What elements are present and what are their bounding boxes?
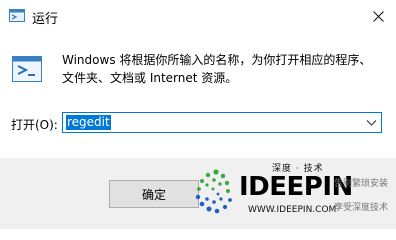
- close-icon: [372, 11, 384, 22]
- dialog-description: Windows 将根据你所输入的名称，为你打开相应的程序、文件夹、文档或 Int…: [62, 53, 372, 85]
- title-bar: 运行: [0, 0, 396, 33]
- watermark: 深度 · 技术 IDEEPIN WWW.IDEEPIN.COM 告别繁琐安装 享…: [184, 150, 396, 229]
- chevron-down-icon[interactable]: [366, 117, 377, 128]
- window-title: 运行: [32, 12, 59, 27]
- close-button[interactable]: [360, 0, 396, 33]
- command-input[interactable]: regedit: [66, 115, 111, 130]
- command-combobox[interactable]: regedit: [62, 112, 382, 133]
- watermark-side-text-2: 享受深度技术: [334, 203, 389, 213]
- run-icon: [9, 9, 25, 22]
- open-label: 打开(O):: [11, 118, 58, 132]
- run-program-icon: [12, 56, 42, 82]
- run-dialog: 运行 Windows 将根据你所输入的名称，为你打开相应的程序、文件夹、文档或 …: [0, 0, 396, 229]
- watermark-url: WWW.IDEEPIN.COM: [248, 205, 337, 215]
- watermark-side-text-1: 告别繁琐安装: [334, 179, 389, 189]
- dialog-content: Windows 将根据你所输入的名称，为你打开相应的程序、文件夹、文档或 Int…: [0, 33, 396, 158]
- watermark-logo-icon: [192, 166, 238, 214]
